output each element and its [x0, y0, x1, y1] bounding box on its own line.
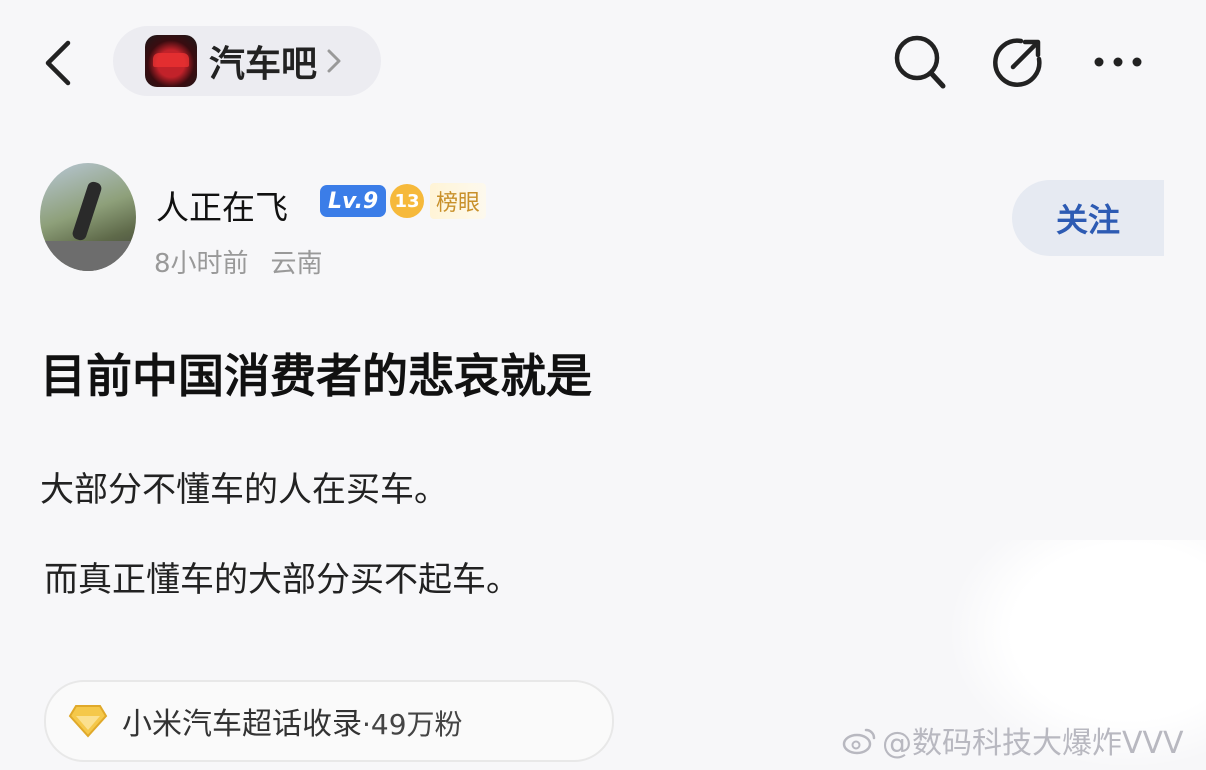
search-icon [894, 35, 946, 89]
topic-chip[interactable]: 小米汽车超话收录·49万粉 [44, 680, 614, 762]
more-icon [1094, 57, 1142, 67]
rank-number: 13 [390, 184, 424, 218]
watermark: @数码科技大爆炸VVV [842, 718, 1184, 762]
more-button[interactable] [1086, 30, 1150, 94]
post-time: 8小时前 [154, 249, 249, 279]
rank-label: 榜眼 [430, 183, 487, 219]
topic-count: ·49万粉 [362, 708, 463, 741]
post-body-line: 而真正懂车的大部分买不起车。 [44, 560, 520, 600]
author-row: 人正在飞 Lv.9 13 榜眼 8小时前 云南 关注 [40, 163, 1180, 283]
back-button[interactable] [38, 38, 78, 88]
follow-button[interactable]: 关注 [1012, 180, 1164, 256]
forum-name: 汽车吧 [209, 44, 318, 85]
chevron-right-icon [327, 48, 341, 74]
edit-share-button[interactable] [986, 30, 1050, 94]
post-body-line: 大部分不懂车的人在买车。 [40, 470, 448, 510]
post-meta: 8小时前 云南 [154, 243, 323, 280]
weibo-logo-icon [842, 728, 876, 755]
top-navigation-bar: 汽车吧 [0, 0, 1206, 120]
forum-logo [145, 35, 197, 87]
watermark-text: @数码科技大爆炸VVV [882, 726, 1184, 761]
rank-badge: 13 榜眼 [390, 181, 487, 221]
avatar[interactable] [40, 163, 136, 271]
post-title: 目前中国消费者的悲哀就是 [40, 349, 592, 403]
search-button[interactable] [888, 30, 952, 94]
author-name[interactable]: 人正在飞 [156, 181, 288, 229]
back-icon [45, 40, 71, 86]
edit-share-icon [993, 38, 1042, 87]
topic-name: 小米汽车超话收录 [122, 707, 362, 742]
level-badge: Lv.9 [320, 185, 387, 217]
diamond-icon [68, 701, 108, 741]
post-location: 云南 [270, 249, 323, 279]
forum-entry-pill[interactable]: 汽车吧 [113, 26, 381, 96]
